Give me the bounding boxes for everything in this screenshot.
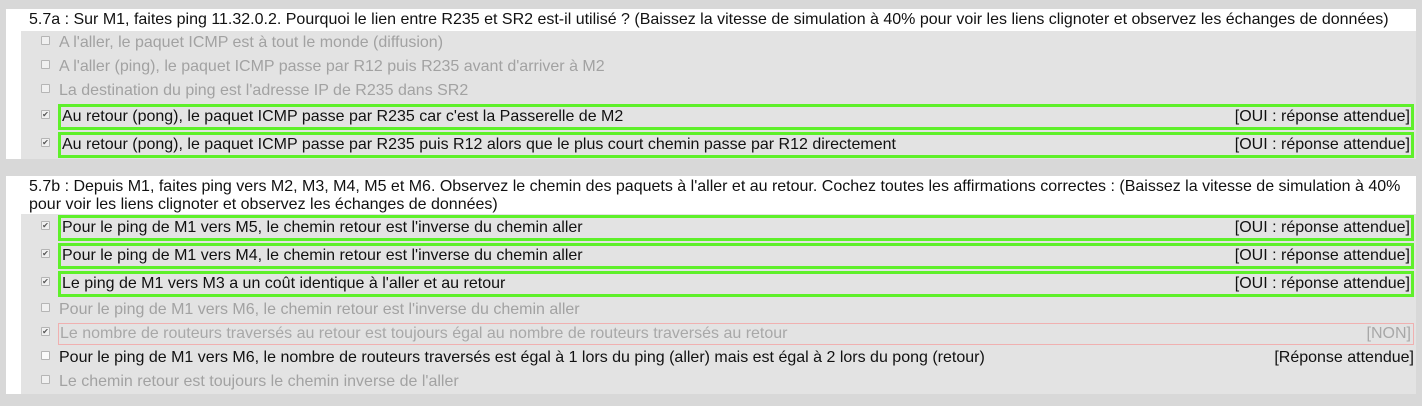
choice-checkbox[interactable] [41, 36, 50, 45]
answer-tag: [OUI : réponse attendue] [1234, 136, 1410, 153]
choice-item: Au retour (pong), le paquet ICMP passe p… [21, 103, 1416, 131]
choice-item: La destination du ping est l'adresse IP … [21, 79, 1416, 103]
choice-checkbox-checked[interactable] [41, 277, 50, 286]
answer-tag: [OUI : réponse attendue] [1234, 275, 1410, 292]
question-5-7b: 5.7b : Depuis M1, faites ping vers M2, M… [6, 176, 1416, 394]
answer-tag: [OUI : réponse attendue] [1234, 108, 1410, 125]
choice-label: Le nombre de routeurs traversés au retou… [60, 325, 788, 342]
choice-box-correct: Pour le ping de M1 vers M5, le chemin re… [58, 215, 1414, 241]
choice-box-correct: Le ping de M1 vers M3 a un coût identiqu… [58, 271, 1414, 297]
choice-label: Pour le ping de M1 vers M6, le chemin re… [59, 301, 580, 318]
choice-checkbox-checked[interactable] [41, 221, 50, 230]
choice-checkbox[interactable] [41, 351, 50, 360]
choice-label: Pour le ping de M1 vers M4, le chemin re… [62, 247, 583, 264]
choice-checkbox[interactable] [41, 375, 50, 384]
choice-box: A l'aller (ping), le paquet ICMP passe p… [58, 56, 1414, 78]
choice-checkbox-checked[interactable] [41, 249, 50, 258]
question-title: 5.7a : Sur M1, faites ping 11.32.0.2. Po… [29, 11, 1389, 28]
choice-box-correct: Au retour (pong), le paquet ICMP passe p… [58, 104, 1414, 130]
choice-box-wrong: Le nombre de routeurs traversés au retou… [58, 323, 1414, 345]
choice-label: Au retour (pong), le paquet ICMP passe p… [62, 108, 624, 125]
choice-box-correct: Pour le ping de M1 vers M4, le chemin re… [58, 243, 1414, 269]
choices-list: A l'aller, le paquet ICMP est à tout le … [21, 31, 1416, 159]
choice-item: Au retour (pong), le paquet ICMP passe p… [21, 131, 1416, 159]
choice-box-correct: Au retour (pong), le paquet ICMP passe p… [58, 132, 1414, 158]
question-title: 5.7b : Depuis M1, faites ping vers M2, M… [29, 178, 1401, 213]
choice-box: Pour le ping de M1 vers M6, le chemin re… [58, 299, 1414, 321]
choice-label: A l'aller, le paquet ICMP est à tout le … [59, 34, 444, 51]
choice-item: Pour le ping de M1 vers M4, le chemin re… [21, 242, 1416, 270]
choice-checkbox-checked[interactable] [41, 138, 50, 147]
choice-label: Le ping de M1 vers M3 a un coût identiqu… [62, 275, 506, 292]
choice-item: Pour le ping de M1 vers M5, le chemin re… [21, 214, 1416, 242]
choice-item: A l'aller, le paquet ICMP est à tout le … [21, 31, 1416, 55]
choice-checkbox[interactable] [41, 84, 50, 93]
choice-label: La destination du ping est l'adresse IP … [59, 82, 469, 99]
answer-tag: [OUI : réponse attendue] [1234, 247, 1410, 264]
choice-checkbox-checked[interactable] [41, 110, 50, 119]
choice-label: Au retour (pong), le paquet ICMP passe p… [62, 136, 896, 153]
choice-label: A l'aller (ping), le paquet ICMP passe p… [59, 58, 605, 75]
choice-checkbox[interactable] [41, 303, 50, 312]
choice-label: Pour le ping de M1 vers M6, le nombre de… [59, 349, 985, 366]
choice-item: A l'aller (ping), le paquet ICMP passe p… [21, 55, 1416, 79]
choice-item: Le nombre de routeurs traversés au retou… [21, 322, 1416, 346]
choices-list: Pour le ping de M1 vers M5, le chemin re… [21, 214, 1416, 394]
choice-item: Pour le ping de M1 vers M6, le chemin re… [21, 298, 1416, 322]
choice-checkbox[interactable] [41, 60, 50, 69]
question-5-7a: 5.7a : Sur M1, faites ping 11.32.0.2. Po… [6, 9, 1416, 159]
choice-item: Le chemin retour est toujours le chemin … [21, 370, 1416, 394]
choice-box: La destination du ping est l'adresse IP … [58, 80, 1414, 102]
choice-box-missed: Pour le ping de M1 vers M6, le nombre de… [58, 347, 1414, 369]
choice-box: Le chemin retour est toujours le chemin … [58, 371, 1414, 393]
answer-tag: [Réponse attendue] [1274, 349, 1414, 366]
choice-label: Le chemin retour est toujours le chemin … [59, 373, 459, 390]
answer-tag: [OUI : réponse attendue] [1234, 219, 1410, 236]
choice-box: A l'aller, le paquet ICMP est à tout le … [58, 32, 1414, 54]
answer-tag: [NON] [1366, 325, 1411, 342]
choice-item: Pour le ping de M1 vers M6, le nombre de… [21, 346, 1416, 370]
choice-item: Le ping de M1 vers M3 a un coût identiqu… [21, 270, 1416, 298]
choice-label: Pour le ping de M1 vers M5, le chemin re… [62, 219, 583, 236]
choice-checkbox-checked[interactable] [41, 327, 50, 336]
